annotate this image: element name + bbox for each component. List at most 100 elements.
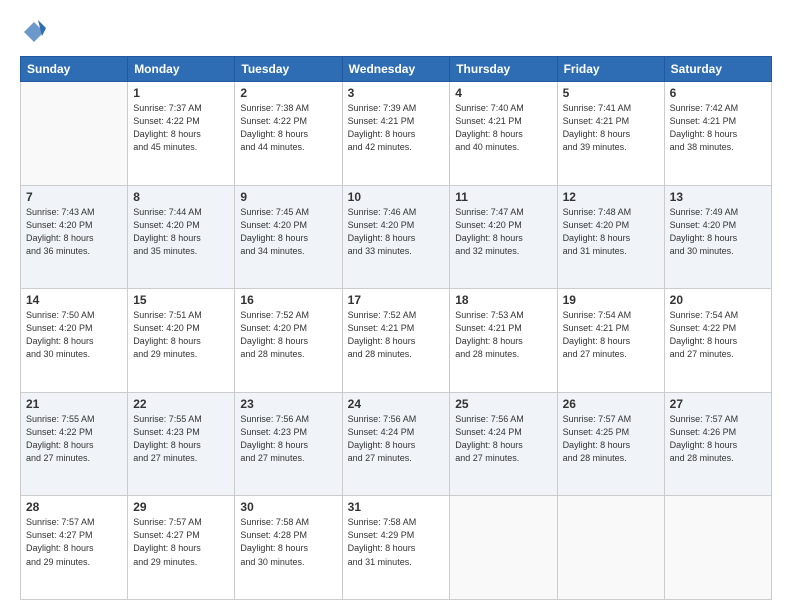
day-info: Sunrise: 7:57 AMSunset: 4:27 PMDaylight:…: [26, 516, 122, 568]
day-info: Sunrise: 7:52 AMSunset: 4:20 PMDaylight:…: [240, 309, 336, 361]
calendar-day-cell: [450, 496, 557, 600]
calendar-day-cell: 10 Sunrise: 7:46 AMSunset: 4:20 PMDayligh…: [342, 185, 450, 289]
day-number: 18: [455, 293, 551, 307]
day-number: 24: [348, 397, 445, 411]
day-number: 14: [26, 293, 122, 307]
day-number: 17: [348, 293, 445, 307]
calendar-day-cell: 14 Sunrise: 7:50 AMSunset: 4:20 PMDayligh…: [21, 289, 128, 393]
day-info: Sunrise: 7:57 AMSunset: 4:25 PMDaylight:…: [563, 413, 659, 465]
calendar-day-cell: [557, 496, 664, 600]
calendar-day-cell: 13 Sunrise: 7:49 AMSunset: 4:20 PMDayligh…: [664, 185, 771, 289]
logo-icon: [20, 18, 48, 46]
calendar-day-cell: 8 Sunrise: 7:44 AMSunset: 4:20 PMDaylight…: [128, 185, 235, 289]
day-info: Sunrise: 7:45 AMSunset: 4:20 PMDaylight:…: [240, 206, 336, 258]
day-info: Sunrise: 7:55 AMSunset: 4:23 PMDaylight:…: [133, 413, 229, 465]
day-number: 3: [348, 86, 445, 100]
calendar-day-cell: 24Sunrise: 7:56 AMSunset: 4:24 PMDayligh…: [342, 392, 450, 496]
day-info: Sunrise: 7:47 AMSunset: 4:20 PMDaylight:…: [455, 206, 551, 258]
calendar-day-cell: [21, 82, 128, 186]
day-info: Sunrise: 7:39 AMSunset: 4:21 PMDaylight:…: [348, 102, 445, 154]
calendar-day-cell: 1Sunrise: 7:37 AMSunset: 4:22 PMDaylight…: [128, 82, 235, 186]
day-number: 10: [348, 190, 445, 204]
day-number: 30: [240, 500, 336, 514]
day-info: Sunrise: 7:49 AMSunset: 4:20 PMDaylight:…: [670, 206, 766, 258]
day-info: Sunrise: 7:58 AMSunset: 4:29 PMDaylight:…: [348, 516, 445, 568]
day-info: Sunrise: 7:54 AMSunset: 4:22 PMDaylight:…: [670, 309, 766, 361]
day-info: Sunrise: 7:54 AMSunset: 4:21 PMDaylight:…: [563, 309, 659, 361]
day-number: 15: [133, 293, 229, 307]
weekday-header-monday: Monday: [128, 57, 235, 82]
header: [20, 18, 772, 46]
calendar-week-row: 21 Sunrise: 7:55 AMSunset: 4:22 PMDayligh…: [21, 392, 772, 496]
day-number: 8: [133, 190, 229, 204]
logo: [20, 18, 52, 46]
day-number: 7: [26, 190, 122, 204]
day-info: Sunrise: 7:56 AMSunset: 4:24 PMDaylight:…: [455, 413, 551, 465]
day-info: Sunrise: 7:37 AMSunset: 4:22 PMDaylight:…: [133, 102, 229, 154]
calendar-table: SundayMondayTuesdayWednesdayThursdayFrid…: [20, 56, 772, 600]
calendar-day-cell: 4 Sunrise: 7:40 AMSunset: 4:21 PMDaylight…: [450, 82, 557, 186]
calendar-day-cell: 30 Sunrise: 7:58 AMSunset: 4:28 PMDayligh…: [235, 496, 342, 600]
day-info: Sunrise: 7:40 AMSunset: 4:21 PMDaylight:…: [455, 102, 551, 154]
day-number: 26: [563, 397, 659, 411]
calendar-week-row: 28 Sunrise: 7:57 AMSunset: 4:27 PMDayligh…: [21, 496, 772, 600]
calendar-day-cell: 7 Sunrise: 7:43 AMSunset: 4:20 PMDaylight…: [21, 185, 128, 289]
day-number: 28: [26, 500, 122, 514]
day-info: Sunrise: 7:53 AMSunset: 4:21 PMDaylight:…: [455, 309, 551, 361]
weekday-header-friday: Friday: [557, 57, 664, 82]
calendar-day-cell: 22Sunrise: 7:55 AMSunset: 4:23 PMDayligh…: [128, 392, 235, 496]
day-number: 13: [670, 190, 766, 204]
day-number: 2: [240, 86, 336, 100]
calendar-day-cell: 25 Sunrise: 7:56 AMSunset: 4:24 PMDayligh…: [450, 392, 557, 496]
day-number: 27: [670, 397, 766, 411]
day-info: Sunrise: 7:51 AMSunset: 4:20 PMDaylight:…: [133, 309, 229, 361]
calendar-day-cell: 21 Sunrise: 7:55 AMSunset: 4:22 PMDayligh…: [21, 392, 128, 496]
day-info: Sunrise: 7:41 AMSunset: 4:21 PMDaylight:…: [563, 102, 659, 154]
day-info: Sunrise: 7:48 AMSunset: 4:20 PMDaylight:…: [563, 206, 659, 258]
day-info: Sunrise: 7:50 AMSunset: 4:20 PMDaylight:…: [26, 309, 122, 361]
calendar-day-cell: 19 Sunrise: 7:54 AMSunset: 4:21 PMDayligh…: [557, 289, 664, 393]
day-number: 25: [455, 397, 551, 411]
day-number: 29: [133, 500, 229, 514]
day-info: Sunrise: 7:44 AMSunset: 4:20 PMDaylight:…: [133, 206, 229, 258]
day-info: Sunrise: 7:38 AMSunset: 4:22 PMDaylight:…: [240, 102, 336, 154]
day-info: Sunrise: 7:43 AMSunset: 4:20 PMDaylight:…: [26, 206, 122, 258]
calendar-day-cell: 2 Sunrise: 7:38 AMSunset: 4:22 PMDaylight…: [235, 82, 342, 186]
calendar-day-cell: 31 Sunrise: 7:58 AMSunset: 4:29 PMDayligh…: [342, 496, 450, 600]
day-info: Sunrise: 7:46 AMSunset: 4:20 PMDaylight:…: [348, 206, 445, 258]
calendar-day-cell: 18 Sunrise: 7:53 AMSunset: 4:21 PMDayligh…: [450, 289, 557, 393]
calendar-week-row: 7 Sunrise: 7:43 AMSunset: 4:20 PMDaylight…: [21, 185, 772, 289]
calendar-week-row: 14 Sunrise: 7:50 AMSunset: 4:20 PMDayligh…: [21, 289, 772, 393]
calendar-day-cell: 5Sunrise: 7:41 AMSunset: 4:21 PMDaylight…: [557, 82, 664, 186]
calendar-day-cell: 26 Sunrise: 7:57 AMSunset: 4:25 PMDayligh…: [557, 392, 664, 496]
day-number: 19: [563, 293, 659, 307]
weekday-header-row: SundayMondayTuesdayWednesdayThursdayFrid…: [21, 57, 772, 82]
day-info: Sunrise: 7:58 AMSunset: 4:28 PMDaylight:…: [240, 516, 336, 568]
calendar-day-cell: 6 Sunrise: 7:42 AMSunset: 4:21 PMDaylight…: [664, 82, 771, 186]
weekday-header-wednesday: Wednesday: [342, 57, 450, 82]
day-info: Sunrise: 7:52 AMSunset: 4:21 PMDaylight:…: [348, 309, 445, 361]
calendar-day-cell: 28 Sunrise: 7:57 AMSunset: 4:27 PMDayligh…: [21, 496, 128, 600]
page: SundayMondayTuesdayWednesdayThursdayFrid…: [0, 0, 792, 612]
calendar-day-cell: 11 Sunrise: 7:47 AMSunset: 4:20 PMDayligh…: [450, 185, 557, 289]
weekday-header-tuesday: Tuesday: [235, 57, 342, 82]
day-number: 11: [455, 190, 551, 204]
calendar-day-cell: 12 Sunrise: 7:48 AMSunset: 4:20 PMDayligh…: [557, 185, 664, 289]
day-number: 4: [455, 86, 551, 100]
day-info: Sunrise: 7:42 AMSunset: 4:21 PMDaylight:…: [670, 102, 766, 154]
day-number: 20: [670, 293, 766, 307]
calendar-day-cell: 15 Sunrise: 7:51 AMSunset: 4:20 PMDayligh…: [128, 289, 235, 393]
calendar-week-row: 1Sunrise: 7:37 AMSunset: 4:22 PMDaylight…: [21, 82, 772, 186]
day-number: 31: [348, 500, 445, 514]
weekday-header-saturday: Saturday: [664, 57, 771, 82]
day-number: 21: [26, 397, 122, 411]
day-number: 12: [563, 190, 659, 204]
calendar-day-cell: 3 Sunrise: 7:39 AMSunset: 4:21 PMDaylight…: [342, 82, 450, 186]
calendar-day-cell: 27Sunrise: 7:57 AMSunset: 4:26 PMDayligh…: [664, 392, 771, 496]
calendar-day-cell: 16Sunrise: 7:52 AMSunset: 4:20 PMDayligh…: [235, 289, 342, 393]
day-info: Sunrise: 7:56 AMSunset: 4:23 PMDaylight:…: [240, 413, 336, 465]
day-number: 6: [670, 86, 766, 100]
day-number: 9: [240, 190, 336, 204]
day-info: Sunrise: 7:55 AMSunset: 4:22 PMDaylight:…: [26, 413, 122, 465]
calendar-day-cell: [664, 496, 771, 600]
